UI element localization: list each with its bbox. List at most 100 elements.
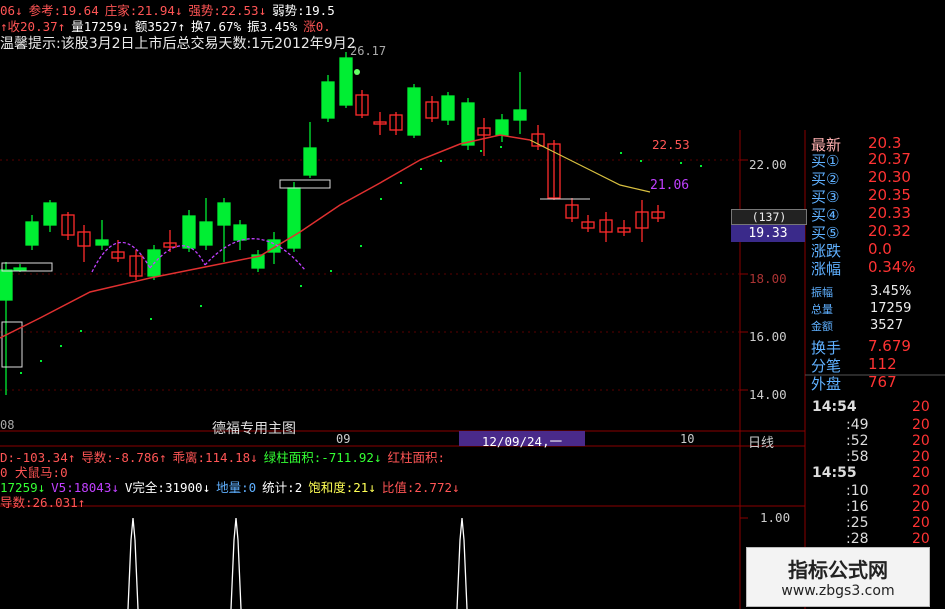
tick-value: 20	[912, 417, 930, 433]
support-dot	[620, 152, 622, 154]
indicator-item: 红柱面积:	[387, 450, 445, 465]
tick-time: :10	[846, 483, 869, 499]
support-dot	[640, 160, 642, 162]
support-dot	[700, 165, 702, 167]
candle-body	[303, 147, 317, 176]
quote-row: 买① 20.37	[808, 150, 945, 170]
indicator-item: 饱和度:21↓	[308, 480, 376, 495]
candle-body	[441, 95, 455, 121]
quote-row: 买④ 20.33	[808, 204, 945, 224]
support-label: 21.06	[650, 178, 690, 193]
stock-chart-canvas[interactable]	[0, 0, 945, 609]
candle-body	[217, 202, 231, 226]
quote-value: 0.34%	[868, 258, 916, 276]
candle-body	[321, 81, 335, 119]
support-dot	[60, 345, 62, 347]
candle-body	[95, 239, 109, 246]
price-axis-label: 18.00	[749, 271, 787, 286]
candle-body	[25, 221, 39, 246]
tick-value: 20	[912, 433, 930, 449]
quote-value: 20.30	[868, 168, 911, 186]
tick-time: :25	[846, 515, 869, 531]
info-bar-row-1: 06↓ 参考:19.64 庄家:21.94↓ 强势:22.53↓ 弱势:19.5	[0, 0, 341, 18]
info-bar-item: 额3527↑	[134, 19, 185, 34]
quote-row: 买③ 20.35	[808, 186, 945, 206]
support-dots	[20, 146, 702, 374]
info-bar-item: 量17259↓	[71, 19, 129, 34]
tick-value: 20	[912, 515, 930, 531]
quote-row: 换手 7.679	[808, 337, 945, 357]
support-dot	[420, 168, 422, 170]
support-dot	[480, 150, 482, 152]
support-dot	[330, 270, 332, 272]
candle-body	[0, 269, 13, 301]
tick-time: :58	[846, 449, 869, 465]
quote-value: 3527	[870, 318, 904, 333]
indicator-item: 绿柱面积:-711.92↓	[263, 450, 382, 465]
tick-value: 20	[912, 449, 930, 465]
tick-time: :28	[846, 531, 869, 547]
tick-value: 20	[912, 399, 930, 415]
candle-body	[287, 187, 301, 249]
quote-value: 20.35	[868, 186, 911, 204]
support-dot	[20, 372, 22, 374]
notice-text: 温馨提示:该股3月2日上市后总交易天数:1元2012年9月2	[0, 36, 356, 52]
tick-time: :16	[846, 499, 869, 515]
tick-value: 20	[912, 531, 930, 547]
support-dot	[150, 318, 152, 320]
quote-value: 112	[868, 355, 897, 373]
indicator-item: 导数:-8.786↑	[81, 450, 167, 465]
marker-dot	[354, 69, 360, 75]
indicator-item: 比值:2.772↓	[381, 480, 460, 495]
support-dot	[400, 182, 402, 184]
tick-time: 14:54	[812, 399, 857, 415]
info-bar-row-2: ↑收20.37↑ 量17259↓ 额3527↑ 换7.67% 振3.45% 涨0.	[0, 16, 337, 34]
quote-value: 20.37	[868, 150, 911, 168]
candle-body	[513, 109, 527, 121]
quote-value: 17259	[870, 301, 912, 316]
support-dot	[500, 146, 502, 148]
quote-value: 0.0	[868, 240, 892, 258]
quote-row: 涨幅 0.34%	[808, 258, 945, 278]
volume-spikes	[127, 517, 468, 609]
quote-row: 分笔 112	[808, 355, 945, 375]
support-dot	[40, 360, 42, 362]
price-axis-label: 14.00	[749, 387, 787, 402]
support-dot	[380, 198, 382, 200]
quote-label: 金额	[811, 320, 833, 333]
resistance-label: 22.53	[652, 137, 690, 152]
candle-body	[339, 57, 353, 106]
date-tick-10: 10	[680, 432, 695, 446]
highlight-box	[279, 179, 331, 189]
tick-time: 14:55	[812, 465, 857, 481]
period-button[interactable]: 日线	[748, 432, 774, 451]
quote-row: 涨跌 0.0	[808, 240, 945, 260]
date-cursor-box: 12/09/24,一	[459, 431, 585, 449]
tick-time: :49	[846, 417, 869, 433]
indicator-item: 导数:26.031↑	[0, 495, 86, 510]
support-dot	[200, 305, 202, 307]
indicator-row-4: 导数:26.031↑	[0, 492, 91, 511]
watermark-title: 指标公式网	[788, 558, 888, 582]
quote-value: 767	[868, 373, 897, 391]
pattern-arc	[91, 241, 151, 273]
volume-axis-label: 1.00	[760, 510, 791, 525]
price-axis-label: 22.00	[749, 157, 787, 172]
support-dot	[360, 245, 362, 247]
cursor-small-box: (137)	[731, 209, 807, 225]
price-axis-label: 16.00	[749, 329, 787, 344]
candle-body	[199, 221, 213, 246]
candle-body	[43, 202, 57, 226]
high-price-label: 26.17	[350, 44, 387, 58]
watermark-url: www.zbgs3.com	[781, 583, 895, 599]
moving-average-line	[0, 134, 531, 339]
cursor-price-box: 19.33	[731, 225, 805, 242]
site-watermark: 指标公式网 www.zbgs3.com	[746, 547, 930, 607]
tick-value: 20	[912, 465, 930, 481]
indicator-item: 乖离:114.18↓	[172, 450, 258, 465]
quote-row: 买② 20.30	[808, 168, 945, 188]
indicator-item: 地量:0	[216, 480, 257, 495]
date-tick-09: 09	[336, 432, 351, 446]
main-chart-title: 德福专用主图	[212, 421, 296, 437]
quote-label: 外盘	[811, 375, 842, 393]
